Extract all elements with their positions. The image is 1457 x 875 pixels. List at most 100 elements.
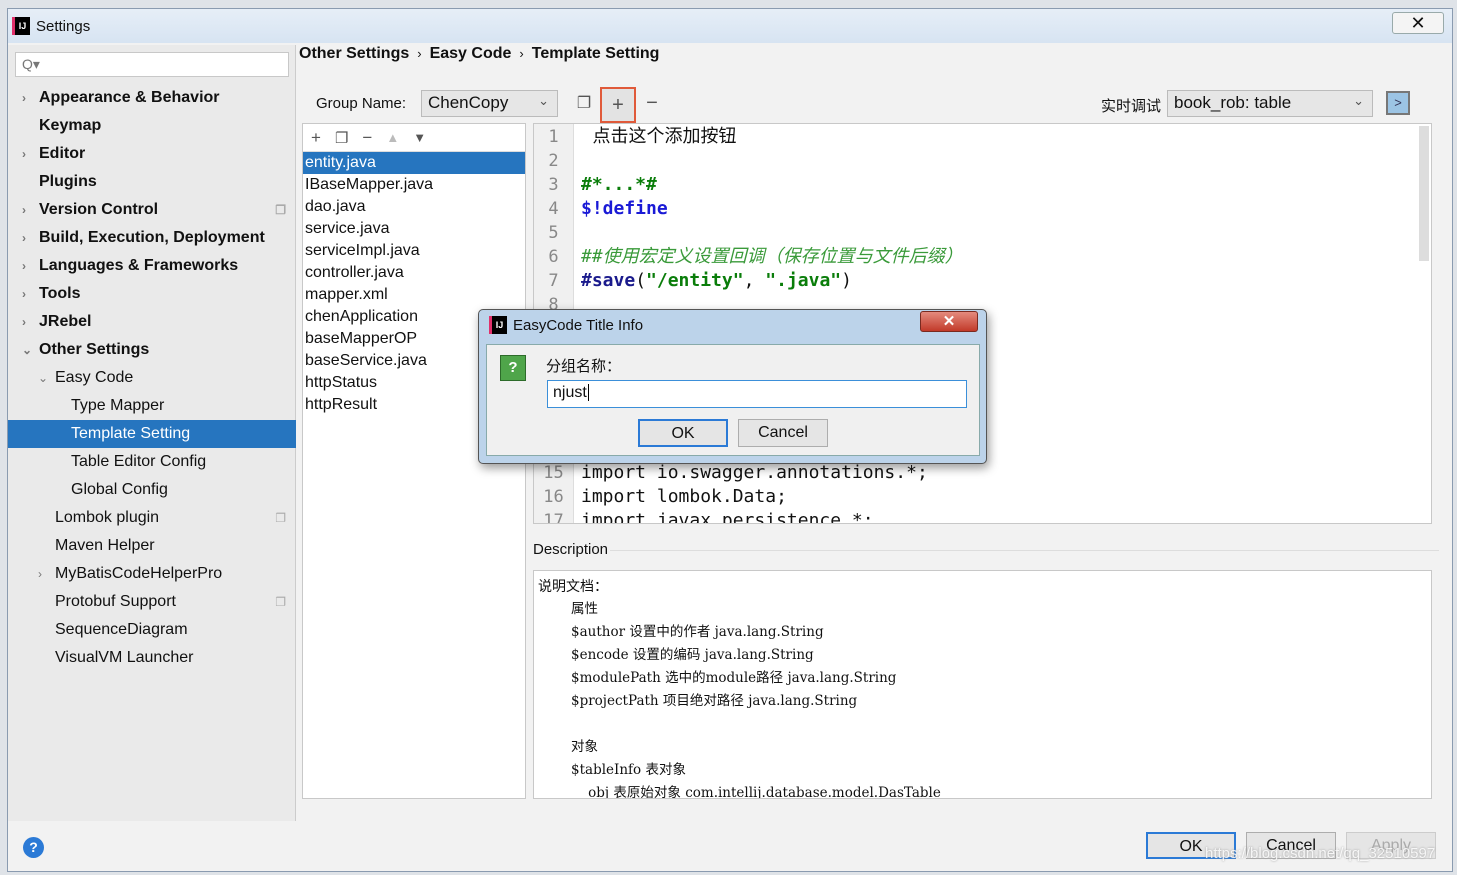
sidebar-item[interactable]: › Build, Execution, Deployment xyxy=(8,224,296,252)
sidebar-item[interactable]: ⌄ Easy Code xyxy=(8,364,296,392)
add-icon[interactable]: + xyxy=(311,128,321,148)
description-line: obj 表原始对象 com.intellij.database.model.Da… xyxy=(571,785,941,799)
sidebar-item[interactable]: SequenceDiagram xyxy=(8,616,296,644)
group-name-prompt: 分组名称： xyxy=(546,358,622,375)
sidebar-item[interactable]: Keymap xyxy=(8,112,296,140)
line-number: 4 xyxy=(548,199,559,219)
easycode-title-dialog: IJ EasyCode Title Info ✕ ? 分组名称： njust OK… xyxy=(478,309,987,464)
intellij-icon: IJ xyxy=(12,17,30,35)
file-item[interactable]: mapper.xml xyxy=(303,284,525,306)
copy-icon[interactable]: ❐ xyxy=(335,129,348,147)
settings-sidebar: Q▾ › Appearance & Behavior Keymap › Editor Pl… xyxy=(8,45,296,821)
breadcrumb-item: Other Settings xyxy=(299,45,410,62)
sidebar-item-label: Appearance & Behavior xyxy=(39,89,220,106)
chevron-right-icon[interactable]: › xyxy=(22,196,26,224)
remove-icon[interactable]: − xyxy=(362,128,372,148)
dialog-title-bar: IJ EasyCode Title Info xyxy=(489,316,643,334)
dialog-ok-button[interactable]: OK xyxy=(638,419,728,447)
move-down-icon[interactable]: ▼ xyxy=(413,130,426,145)
code-line: #*...*# xyxy=(581,174,657,195)
description-label: Description xyxy=(533,541,609,558)
sidebar-item-label: Languages & Frameworks xyxy=(39,257,239,274)
sidebar-item-label: Other Settings xyxy=(39,341,150,358)
sidebar-item[interactable]: › JRebel xyxy=(8,308,296,336)
line-number: 1 xyxy=(548,127,559,147)
sidebar-item[interactable]: Lombok plugin ❐ xyxy=(8,504,296,532)
sidebar-item[interactable]: › MyBatisCodeHelperPro xyxy=(8,560,296,588)
group-name-input[interactable]: njust xyxy=(547,380,967,408)
intellij-icon: IJ xyxy=(489,316,507,334)
sidebar-item[interactable]: › Version Control ❐ xyxy=(8,196,296,224)
sidebar-item[interactable]: Template Setting xyxy=(8,420,296,448)
sidebar-item[interactable]: Protobuf Support ❐ xyxy=(8,588,296,616)
move-up-icon[interactable]: ▲ xyxy=(386,130,399,145)
file-item[interactable]: dao.java xyxy=(303,196,525,218)
sidebar-item-label: VisualVM Launcher xyxy=(55,649,194,666)
chevron-right-icon[interactable]: › xyxy=(22,140,26,168)
file-item[interactable]: IBaseMapper.java xyxy=(303,174,525,196)
breadcrumb-item: Template Setting xyxy=(531,45,660,62)
debug-table-select[interactable]: book_rob: table ⌄ xyxy=(1167,90,1373,117)
code-line: $!define xyxy=(581,198,668,219)
sidebar-item-label: Build, Execution, Deployment xyxy=(39,229,265,246)
window-title: Settings xyxy=(36,17,91,35)
line-number: 3 xyxy=(548,175,559,195)
description-line: $author 设置中的作者 java.lang.String xyxy=(571,624,824,640)
dialog-title: EasyCode Title Info xyxy=(513,316,644,334)
sidebar-item[interactable]: Table Editor Config xyxy=(8,448,296,476)
sidebar-item-label: SequenceDiagram xyxy=(55,621,188,638)
editor-scrollbar[interactable] xyxy=(1419,126,1429,261)
sidebar-item[interactable]: Maven Helper xyxy=(8,532,296,560)
sidebar-item[interactable]: › Tools xyxy=(8,280,296,308)
file-item[interactable]: service.java xyxy=(303,218,525,240)
sidebar-item[interactable]: Global Config xyxy=(8,476,296,504)
description-line: 对象 xyxy=(571,739,598,755)
sidebar-item[interactable]: ⌄ Other Settings xyxy=(8,336,296,364)
group-name-select[interactable]: ChenCopy ⌄ xyxy=(421,90,558,117)
code-line: import lombok.Data; xyxy=(581,486,787,507)
chevron-right-icon[interactable]: › xyxy=(22,280,26,308)
help-button[interactable]: ? xyxy=(23,837,44,858)
line-number: 5 xyxy=(548,223,559,243)
chevron-down-icon: ⌄ xyxy=(538,93,549,108)
sidebar-item[interactable]: Type Mapper xyxy=(8,392,296,420)
run-debug-icon[interactable]: > xyxy=(1386,91,1410,115)
description-line: $projectPath 项目绝对路径 java.lang.String xyxy=(571,693,858,709)
copy-group-icon[interactable]: ❐ xyxy=(570,90,598,118)
chevron-right-icon[interactable]: › xyxy=(22,84,26,112)
chevron-down-icon[interactable]: ⌄ xyxy=(22,336,32,364)
file-item[interactable]: entity.java xyxy=(303,152,525,174)
chevron-down-icon[interactable]: ⌄ xyxy=(38,364,48,392)
sidebar-item[interactable]: Plugins xyxy=(8,168,296,196)
file-item[interactable]: controller.java xyxy=(303,262,525,284)
sidebar-item[interactable]: › Editor xyxy=(8,140,296,168)
chevron-right-icon[interactable]: › xyxy=(22,308,26,336)
sidebar-item-label: Global Config xyxy=(71,481,168,498)
code-line: ##使用宏定义设置回调（保存位置与文件后缀） xyxy=(581,246,963,267)
file-item[interactable]: serviceImpl.java xyxy=(303,240,525,262)
search-input[interactable]: Q▾ xyxy=(15,52,289,77)
sidebar-item[interactable]: › Languages & Frameworks xyxy=(8,252,296,280)
dialog-cancel-button[interactable]: Cancel xyxy=(738,419,828,447)
sidebar-item-label: Maven Helper xyxy=(55,537,155,554)
chevron-right-icon[interactable]: › xyxy=(38,560,42,588)
sidebar-item[interactable]: VisualVM Launcher xyxy=(8,644,296,672)
add-group-button[interactable]: + xyxy=(600,87,636,123)
project-settings-icon: ❐ xyxy=(275,595,286,609)
title-bar: IJ Settings ✕ xyxy=(8,9,1452,43)
chevron-right-icon[interactable]: › xyxy=(22,252,26,280)
chevron-right-icon[interactable]: › xyxy=(22,224,26,252)
dialog-close-icon[interactable]: ✕ xyxy=(920,311,978,332)
sidebar-item-label: MyBatisCodeHelperPro xyxy=(55,565,223,582)
description-line: 属性 xyxy=(571,601,598,617)
sidebar-item-label: JRebel xyxy=(39,313,92,330)
sidebar-item-label: Template Setting xyxy=(71,425,191,442)
sidebar-item[interactable]: › Appearance & Behavior xyxy=(8,84,296,112)
project-settings-icon: ❐ xyxy=(275,511,286,525)
remove-group-icon[interactable]: − xyxy=(638,89,666,117)
question-icon: ? xyxy=(500,355,526,381)
close-icon[interactable]: ✕ xyxy=(1392,12,1444,34)
sidebar-item-label: Editor xyxy=(39,145,86,162)
watermark: https://blog.csdn.net/qq_32510597 xyxy=(1205,845,1436,862)
